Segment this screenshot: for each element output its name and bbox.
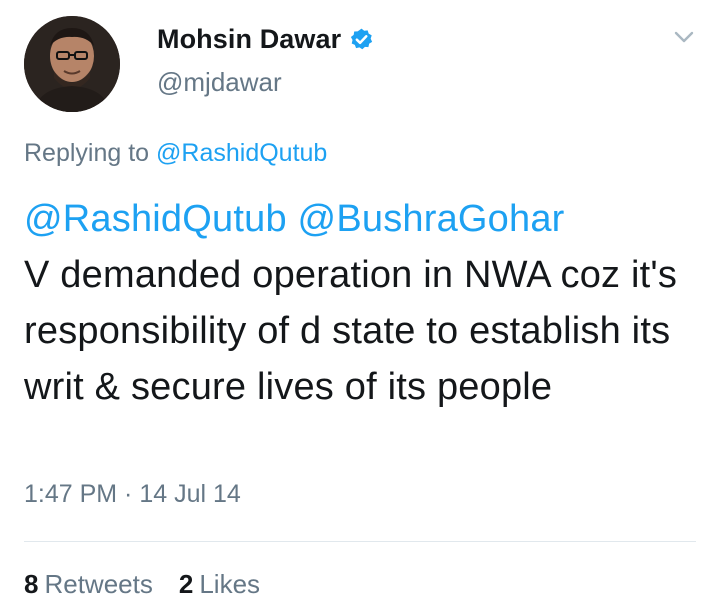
likes-stat[interactable]: 2 Likes bbox=[179, 569, 260, 600]
verified-badge-icon bbox=[349, 27, 374, 52]
author-name-row: Mohsin Dawar bbox=[157, 24, 374, 55]
avatar[interactable] bbox=[24, 16, 120, 112]
reply-context: Replying to @RashidQutub bbox=[24, 139, 327, 168]
reply-context-prefix: Replying to bbox=[24, 139, 150, 167]
retweets-count: 8 bbox=[24, 569, 39, 599]
tweet-timestamp[interactable]: 1:47 PM · 14 Jul 14 bbox=[24, 480, 241, 509]
retweets-stat[interactable]: 8 Retweets bbox=[24, 569, 153, 600]
chevron-down-icon[interactable] bbox=[671, 24, 697, 50]
likes-count: 2 bbox=[178, 569, 194, 599]
tweet-card: Mohsin Dawar @mjdawar Replying to @Rashi… bbox=[0, 0, 720, 611]
tweet-stats: 8 Retweets 2 Likes bbox=[24, 569, 260, 600]
likes-label: Likes bbox=[199, 569, 261, 599]
divider bbox=[24, 541, 696, 542]
tweet-body: V demanded operation in NWA coz it's res… bbox=[24, 254, 678, 408]
author-handle[interactable]: @mjdawar bbox=[157, 67, 282, 98]
author-display-name[interactable]: Mohsin Dawar bbox=[157, 24, 341, 55]
mention-link[interactable]: @RashidQutub bbox=[24, 198, 287, 240]
avatar-photo bbox=[24, 16, 120, 112]
reply-target-link[interactable]: @RashidQutub bbox=[156, 139, 327, 167]
tweet-text: @RashidQutub @BushraGohar V demanded ope… bbox=[24, 191, 696, 415]
mention-link[interactable]: @BushraGohar bbox=[298, 198, 565, 240]
retweets-label: Retweets bbox=[44, 569, 153, 599]
